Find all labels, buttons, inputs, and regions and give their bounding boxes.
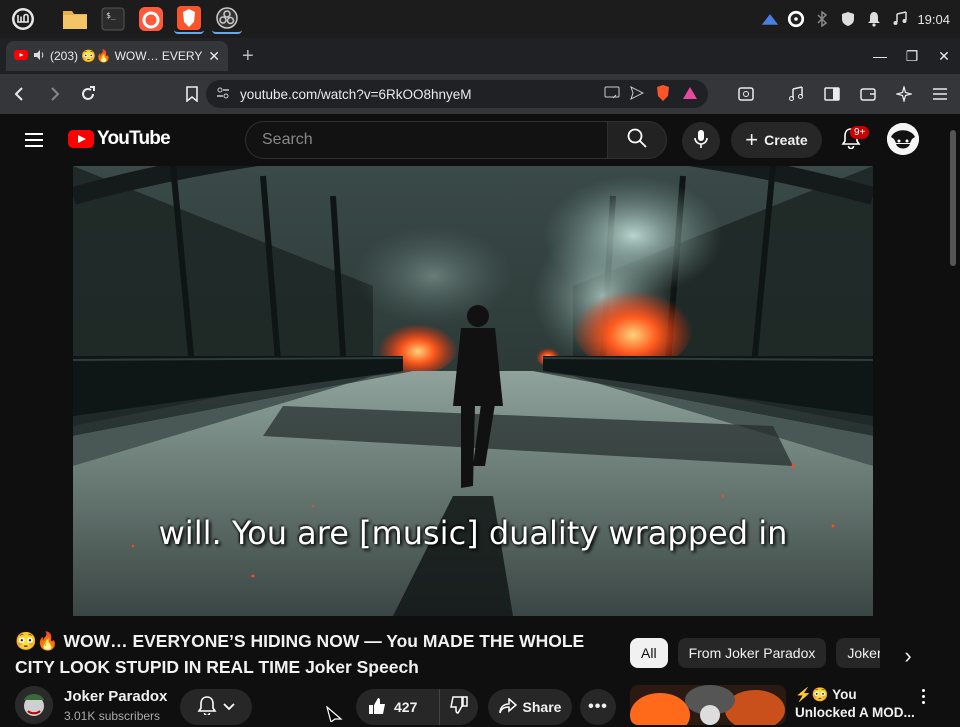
recommendation-chips: All From Joker Paradox Joker <box>630 638 880 670</box>
obs-icon[interactable] <box>212 4 242 34</box>
browser-toolbar: youtube.com/watch?v=6RkOO8hnyeM <box>0 74 960 114</box>
chip-from-channel[interactable]: From Joker Paradox <box>677 638 827 668</box>
browser-tab[interactable]: (203) 😳🔥 WOW… EVERYONE ✕ <box>6 41 228 71</box>
voice-search-button[interactable] <box>682 122 720 160</box>
clock[interactable]: 19:04 <box>917 12 950 27</box>
create-label: Create <box>764 132 808 148</box>
sidebar-icon[interactable] <box>818 80 846 108</box>
cast-icon[interactable] <box>604 86 620 103</box>
youtube-logo-text: YouTube <box>97 128 171 149</box>
thumbs-up-icon <box>368 697 386 718</box>
notification-count-badge: 9+ <box>850 126 870 139</box>
close-window-icon[interactable]: ✕ <box>934 48 954 65</box>
minimize-icon[interactable]: — <box>870 48 890 64</box>
bluetooth-icon[interactable] <box>813 10 831 28</box>
youtube-logo[interactable]: YouTube <box>68 128 171 150</box>
like-count: 427 <box>394 699 418 715</box>
chip-all[interactable]: All <box>630 638 668 668</box>
shield-icon[interactable] <box>839 10 857 28</box>
svg-text:$_: $_ <box>106 11 116 20</box>
share-icon <box>498 696 517 717</box>
search-input[interactable]: Search <box>245 121 607 159</box>
page-scrollbar[interactable] <box>946 114 960 720</box>
terminal-icon[interactable]: $_ <box>98 4 128 34</box>
scrollbar-thumb[interactable] <box>950 130 956 266</box>
reload-icon[interactable] <box>74 80 102 108</box>
music-icon[interactable] <box>891 10 909 28</box>
brave-icon[interactable] <box>174 4 204 34</box>
firefox-icon[interactable] <box>136 4 166 34</box>
share-label: Share <box>522 699 562 715</box>
create-button[interactable]: + Create <box>731 122 822 158</box>
send-icon[interactable] <box>630 85 645 103</box>
recommended-video-title[interactable]: ⚡😳 You Unlocked A MOD... <box>795 686 915 722</box>
screenshot-icon[interactable] <box>732 80 760 108</box>
site-info-icon[interactable] <box>216 86 230 103</box>
chevron-right-icon[interactable]: › <box>896 643 920 668</box>
obs-tray-icon[interactable] <box>787 10 805 28</box>
video-caption: will. You are [music] duality wrapped in <box>158 514 788 552</box>
bell-icon <box>197 695 217 720</box>
browser-tab-strip: (203) 😳🔥 WOW… EVERYONE ✕ + — ❐ ✕ <box>0 38 960 74</box>
close-tab-icon[interactable]: ✕ <box>208 48 220 65</box>
url-text[interactable]: youtube.com/watch?v=6RkOO8hnyeM <box>240 87 594 102</box>
mouse-cursor-icon <box>325 705 344 727</box>
new-tab-button[interactable]: + <box>242 45 254 68</box>
maximize-icon[interactable]: ❐ <box>902 48 922 65</box>
window-controls: — ❐ ✕ <box>870 38 954 74</box>
search-button[interactable] <box>607 121 667 159</box>
plus-icon: + <box>745 127 759 152</box>
bookmark-icon[interactable] <box>178 80 206 108</box>
recommended-video-thumbnail[interactable] <box>630 685 786 725</box>
notification-icon[interactable] <box>865 10 883 28</box>
tab-title: (203) 😳🔥 WOW… EVERYONE <box>50 49 203 63</box>
forward-icon[interactable] <box>40 80 68 108</box>
channel-name[interactable]: Joker Paradox <box>64 688 167 705</box>
brave-rewards-icon[interactable] <box>682 86 698 103</box>
audio-playing-icon[interactable] <box>33 49 45 64</box>
youtube-header: YouTube Search + Create 9+ <box>0 114 946 166</box>
system-tray: 19:04 <box>761 0 950 38</box>
address-bar[interactable]: youtube.com/watch?v=6RkOO8hnyeM <box>206 80 708 108</box>
subscriber-count: 3.01K subscribers <box>64 709 161 723</box>
account-avatar[interactable] <box>887 123 919 155</box>
hamburger-menu-icon[interactable] <box>20 126 48 154</box>
channel-avatar[interactable] <box>15 686 53 724</box>
chip-joker[interactable]: Joker <box>836 638 880 668</box>
video-player[interactable]: will. You are [music] duality wrapped in <box>73 166 873 616</box>
media-control-icon[interactable] <box>782 80 810 108</box>
toolbar-actions <box>732 80 954 108</box>
youtube-play-logo-icon <box>68 130 94 148</box>
brave-shields-icon[interactable] <box>654 84 672 105</box>
leo-ai-icon[interactable] <box>890 80 918 108</box>
vpn-icon[interactable] <box>761 10 779 28</box>
recommended-video-menu-icon[interactable] <box>914 686 932 706</box>
thumbs-down-icon <box>450 695 468 719</box>
mint-menu-icon[interactable] <box>8 4 38 34</box>
files-icon[interactable] <box>60 4 90 34</box>
dislike-button[interactable] <box>440 695 478 719</box>
browser-menu-icon[interactable] <box>926 80 954 108</box>
microphone-icon <box>694 129 708 154</box>
video-title: 😳🔥 WOW… EVERYONE’S HIDING NOW — You MADE… <box>15 631 585 677</box>
os-taskbar: $_ 19:04 <box>0 0 960 38</box>
youtube-favicon-icon <box>14 49 28 63</box>
search-icon <box>627 128 647 153</box>
wallet-icon[interactable] <box>854 80 882 108</box>
chevron-down-icon <box>223 698 235 716</box>
back-icon[interactable] <box>6 80 34 108</box>
